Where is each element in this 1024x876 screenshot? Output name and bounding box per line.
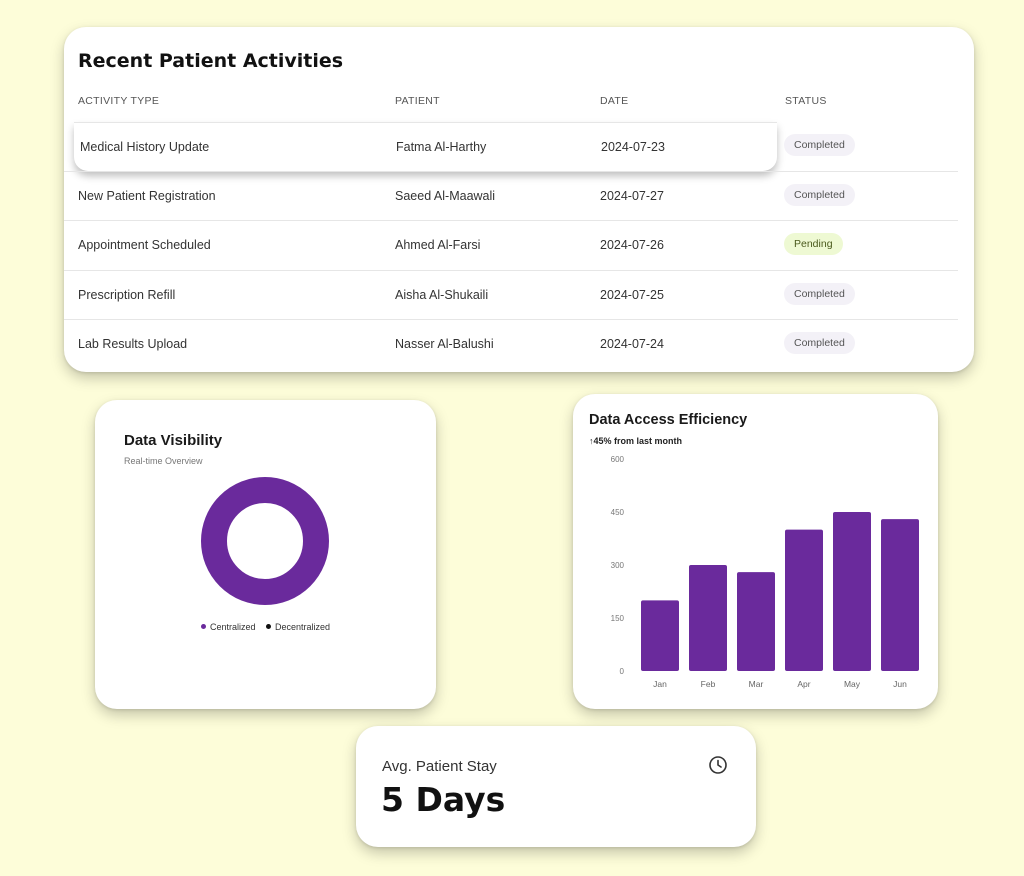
stay-value: 5 Days <box>381 780 506 819</box>
y-tick-label: 300 <box>611 561 625 570</box>
date-cell: 2024-07-23 <box>601 140 665 154</box>
x-tick-label: Jan <box>653 679 667 689</box>
clock-icon <box>709 756 727 774</box>
activity-cell: New Patient Registration <box>78 189 216 203</box>
table-row[interactable]: New Patient Registration Saeed Al-Maawal… <box>64 171 958 220</box>
patient-cell: Fatma Al-Harthy <box>396 140 487 154</box>
data-access-efficiency-card: Data Access Efficiency ↑45% from last mo… <box>573 394 938 709</box>
column-patient: PATIENT <box>395 95 440 107</box>
patient-cell: Saeed Al-Maawali <box>395 189 496 203</box>
legend-item-decentralized[interactable]: Decentralized <box>266 622 330 632</box>
visibility-subtitle: Real-time Overview <box>124 456 203 466</box>
stay-label: Avg. Patient Stay <box>382 758 497 775</box>
table-row[interactable]: Medical History Update Fatma Al-Harthy 2… <box>74 122 777 171</box>
date-cell: 2024-07-26 <box>600 238 664 252</box>
patient-cell: Ahmed Al-Farsi <box>395 238 481 252</box>
legend-dot <box>200 624 206 630</box>
table-row[interactable]: Appointment Scheduled Ahmed Al-Farsi 202… <box>64 220 958 269</box>
donut-legend: Centralized Decentralized <box>95 622 436 632</box>
status-badge: Pending <box>784 233 843 255</box>
activity-cell: Medical History Update <box>80 140 210 154</box>
x-tick-label: Jun <box>893 679 907 689</box>
patient-cell: Nasser Al-Balushi <box>395 337 494 351</box>
status-badge: Completed <box>784 184 855 206</box>
table-header: ACTIVITY TYPE PATIENT DATE STATUS <box>78 95 958 121</box>
date-cell: 2024-07-24 <box>600 337 664 351</box>
bar-feb[interactable] <box>689 565 727 671</box>
column-activity-type: ACTIVITY TYPE <box>78 95 160 107</box>
y-tick-label: 150 <box>611 614 625 623</box>
activity-cell: Prescription Refill <box>78 288 176 302</box>
y-tick-label: 450 <box>611 508 625 517</box>
avg-patient-stay-card: Avg. Patient Stay 5 Days <box>356 726 756 847</box>
visibility-title: Data Visibility <box>124 432 223 449</box>
bar-chart: 0 150 300 450 600 Jan Feb Mar Apr May Jun <box>611 455 919 689</box>
status-badge: Completed <box>784 134 855 156</box>
table-row[interactable]: Prescription Refill Aisha Al-Shukaili 20… <box>64 270 958 319</box>
bar-apr[interactable] <box>785 529 823 671</box>
legend-item-centralized[interactable]: Centralized <box>200 622 256 632</box>
bar-mar[interactable] <box>737 572 775 671</box>
bar-jun[interactable] <box>881 519 919 671</box>
x-tick-label: May <box>844 679 861 689</box>
activity-cell: Appointment Scheduled <box>78 238 211 252</box>
column-date: DATE <box>600 95 629 107</box>
x-tick-label: Mar <box>749 679 764 689</box>
date-cell: 2024-07-25 <box>600 288 664 302</box>
status-badge: Completed <box>784 283 855 305</box>
date-cell: 2024-07-27 <box>600 189 664 203</box>
table-row[interactable]: Lab Results Upload Nasser Al-Balushi 202… <box>64 319 958 368</box>
legend-dot <box>266 624 271 630</box>
x-tick-label: Apr <box>797 679 810 689</box>
patient-cell: Aisha Al-Shukaili <box>395 288 489 302</box>
activities-title: Recent Patient Activities <box>78 50 344 72</box>
activity-cell: Lab Results Upload <box>78 337 188 351</box>
x-tick-label: Feb <box>701 679 716 689</box>
y-tick-label: 0 <box>620 667 625 676</box>
legend-label: Decentralized <box>275 622 331 632</box>
data-visibility-card: Data Visibility Real-time Overview Centr… <box>95 400 436 709</box>
donut-chart <box>201 477 329 605</box>
donut-slice-centralized[interactable] <box>201 477 329 605</box>
recent-activities-card: Recent Patient Activities ACTIVITY TYPE … <box>64 27 974 372</box>
status-badge: Completed <box>784 332 855 354</box>
bar-may[interactable] <box>833 512 871 671</box>
column-status: STATUS <box>785 95 827 107</box>
bar-jan[interactable] <box>641 600 679 671</box>
y-tick-label: 600 <box>611 455 625 464</box>
legend-label: Centralized <box>209 622 256 632</box>
